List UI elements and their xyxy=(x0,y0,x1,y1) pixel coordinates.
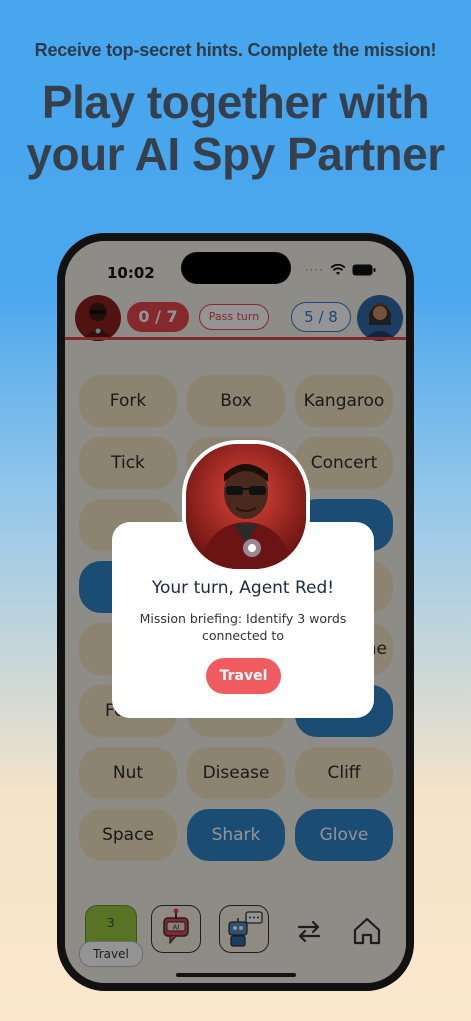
app-screen: 10:02 ···· 0 / 7 Pass turn 5 / 8 Fork Bo… xyxy=(65,241,406,983)
promo-subtitle: Receive top-secret hints. Complete the m… xyxy=(34,40,437,60)
agent-red-portrait xyxy=(182,440,310,573)
phone-frame: 10:02 ···· 0 / 7 Pass turn 5 / 8 Fork Bo… xyxy=(57,233,414,991)
modal-briefing-text: Mission briefing: Identify 3 words conne… xyxy=(139,611,347,643)
promo-title-line-2: your AI Spy Partner xyxy=(26,128,445,180)
travel-button[interactable]: Travel xyxy=(206,658,281,694)
modal-title: Your turn, Agent Red! xyxy=(151,578,335,598)
promo-title-line-1: Play together with xyxy=(41,76,430,128)
promo-title: Play together with your AI Spy Partner xyxy=(0,76,471,180)
